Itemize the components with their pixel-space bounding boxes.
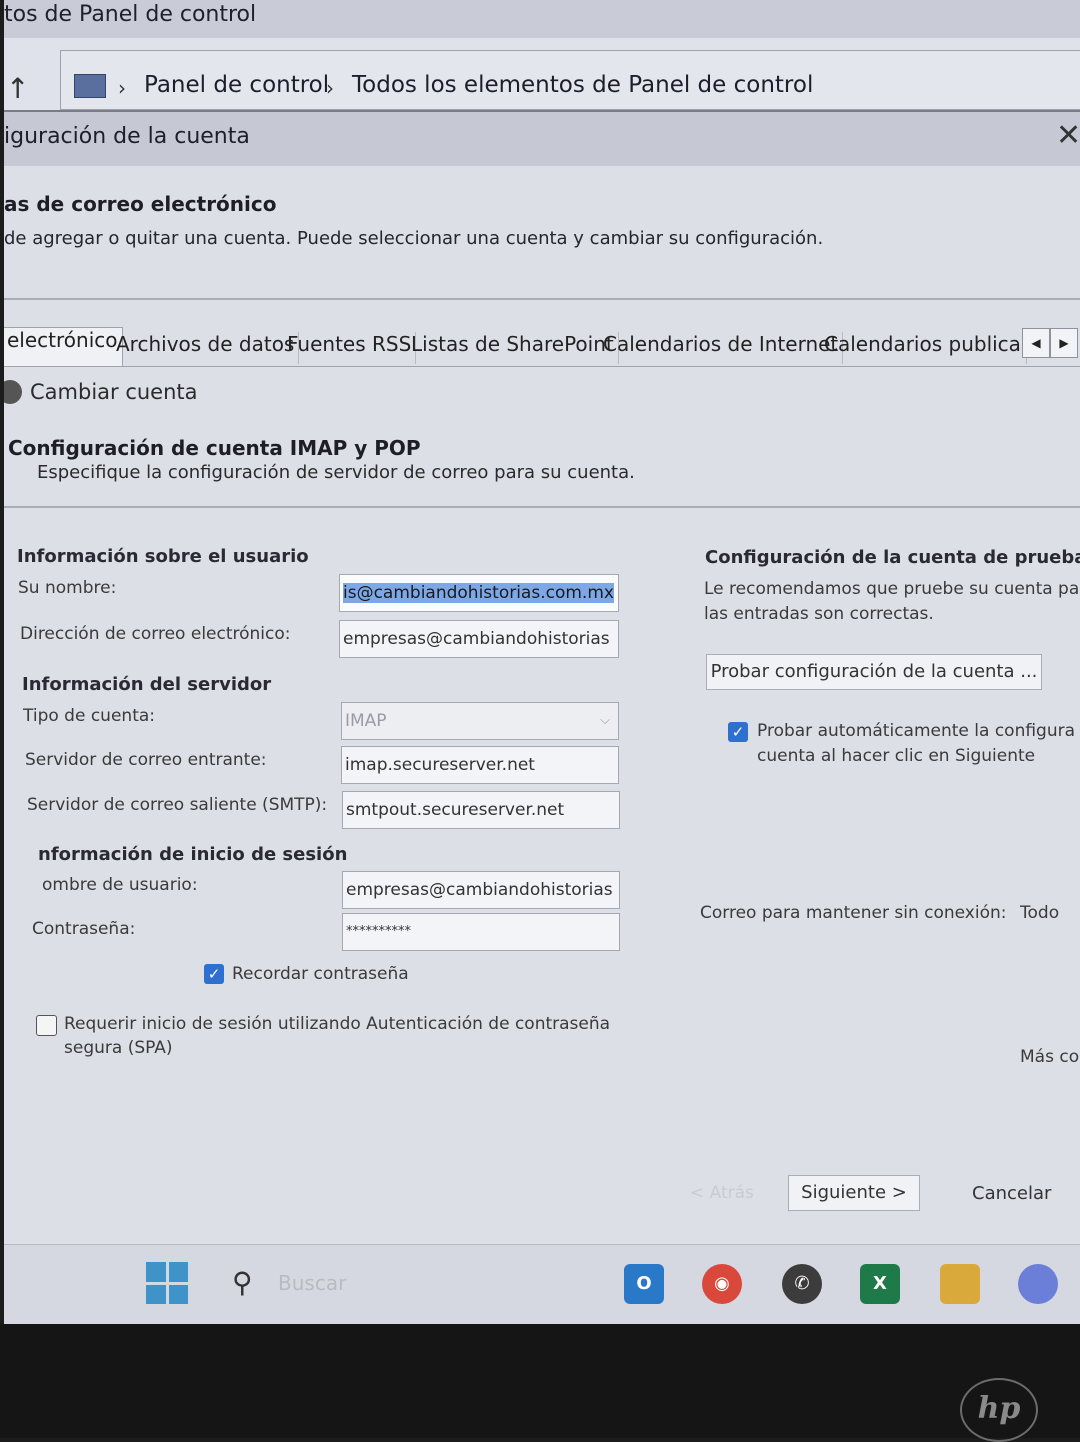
tab-scroll-right-icon[interactable]: ▶	[1050, 328, 1078, 358]
offline-mail-label: Correo para mantener sin conexión:	[700, 903, 1007, 923]
change-account-heading: Cambiar cuenta	[30, 380, 198, 404]
hp-logo: hp	[960, 1378, 1038, 1442]
close-icon[interactable]: ✕	[1056, 118, 1080, 153]
search-icon[interactable]: ⚲	[232, 1266, 253, 1299]
next-button[interactable]: Siguiente >	[788, 1175, 920, 1211]
back-button[interactable]: < Atrás	[690, 1183, 754, 1203]
tab-rss-feeds[interactable]: Fuentes RSS	[283, 332, 417, 364]
tab-published-calendars[interactable]: Calendarios publicado	[820, 332, 1027, 364]
incoming-server-label: Servidor de correo entrante:	[25, 750, 267, 770]
user-info-heading: Información sobre el usuario	[17, 546, 309, 567]
username-label: ombre de usuario:	[42, 875, 198, 895]
whatsapp-icon[interactable]: ✆	[782, 1264, 822, 1304]
tab-scroll-left-icon[interactable]: ◀	[1022, 328, 1050, 358]
window-title: tos de Panel de control	[4, 2, 257, 27]
file-explorer-icon[interactable]	[940, 1264, 980, 1304]
laptop-bezel	[0, 1324, 1080, 1438]
auto-test-label-line1: Probar automáticamente la configura	[757, 721, 1076, 741]
name-value: is@cambiandohistorias.com.mx	[343, 583, 614, 603]
username-field[interactable]: empresas@cambiandohistorias	[342, 871, 620, 909]
breadcrumb-all-items[interactable]: Todos los elementos de Panel de control	[352, 72, 813, 98]
divider	[4, 506, 1080, 508]
spa-label-line2: segura (SPA)	[64, 1038, 173, 1058]
test-desc-line2: las entradas son correctas.	[704, 604, 934, 624]
breadcrumb-control-panel[interactable]: Panel de control	[144, 72, 329, 98]
email-field[interactable]: empresas@cambiandohistorias	[339, 620, 619, 658]
arrow-up-icon[interactable]: ↑	[6, 72, 29, 105]
section-description: de agregar o quitar una cuenta. Puede se…	[4, 228, 824, 249]
section-title: as de correo electrónico	[4, 192, 277, 216]
tab-data-files[interactable]: Archivos de datos	[112, 332, 300, 364]
test-desc-line1: Le recomendamos que pruebe su cuenta pa	[704, 579, 1080, 599]
dialog-title: iguración de la cuenta	[4, 124, 250, 149]
test-settings-heading: Configuración de la cuenta de prueba	[705, 547, 1080, 568]
incoming-server-field[interactable]: imap.secureserver.net	[341, 746, 619, 784]
dialog-header: iguración de la cuenta	[4, 112, 1080, 166]
chevron-down-icon: ⌵	[600, 713, 610, 728]
test-account-settings-button[interactable]: Probar configuración de la cuenta ...	[706, 654, 1042, 690]
spa-checkbox[interactable]	[36, 1015, 57, 1036]
tab-sharepoint-lists[interactable]: Listas de SharePoint	[407, 332, 619, 364]
taskbar-search-box[interactable]: Buscar	[278, 1271, 346, 1295]
chevron-right-icon: ›	[326, 76, 334, 100]
imap-pop-description: Especifique la configuración de servidor…	[37, 462, 635, 483]
outgoing-server-field[interactable]: smtpout.secureserver.net	[342, 791, 620, 829]
tab-email[interactable]: electrónico	[4, 327, 123, 366]
login-info-heading: nformación de inicio de sesión	[38, 844, 348, 865]
more-settings-link[interactable]: Más co	[1020, 1047, 1079, 1067]
window-title-bar: tos de Panel de control	[4, 0, 1080, 38]
chrome-icon[interactable]: ◉	[702, 1264, 742, 1304]
offline-mail-value[interactable]: Todo	[1020, 903, 1059, 923]
auto-test-checkbox[interactable]: ✓	[728, 722, 748, 742]
remember-password-label: Recordar contraseña	[232, 964, 409, 984]
account-type-value: IMAP	[345, 711, 387, 731]
control-panel-icon	[74, 74, 106, 98]
outlook-icon[interactable]: O	[624, 1264, 664, 1304]
copilot-icon[interactable]	[1018, 1264, 1058, 1304]
remember-password-checkbox[interactable]: ✓	[204, 964, 224, 984]
server-info-heading: Información del servidor	[22, 674, 272, 695]
chevron-right-icon: ›	[118, 76, 126, 100]
account-type-select[interactable]: IMAP ⌵	[341, 702, 619, 740]
tab-internet-calendars[interactable]: Calendarios de Internet	[599, 332, 844, 364]
windows-start-icon[interactable]	[146, 1262, 188, 1304]
spa-label-line1: Requerir inicio de sesión utilizando Aut…	[64, 1014, 611, 1034]
screen: tos de Panel de control ↑ › Panel de con…	[4, 0, 1080, 1324]
auto-test-label-line2: cuenta al hacer clic en Siguiente	[757, 746, 1036, 766]
divider	[4, 298, 1080, 300]
name-label: Su nombre:	[18, 578, 117, 598]
cancel-button[interactable]: Cancelar	[972, 1183, 1051, 1204]
password-field[interactable]: **********	[342, 913, 620, 951]
outgoing-server-label: Servidor de correo saliente (SMTP):	[27, 795, 328, 815]
password-label: Contraseña:	[32, 919, 136, 939]
name-field[interactable]: is@cambiandohistorias.com.mx	[339, 574, 619, 612]
account-icon	[4, 380, 22, 404]
excel-icon[interactable]: X	[860, 1264, 900, 1304]
email-label: Dirección de correo electrónico:	[20, 624, 291, 644]
imap-pop-title: Configuración de cuenta IMAP y POP	[8, 436, 421, 460]
account-type-label: Tipo de cuenta:	[23, 706, 155, 726]
